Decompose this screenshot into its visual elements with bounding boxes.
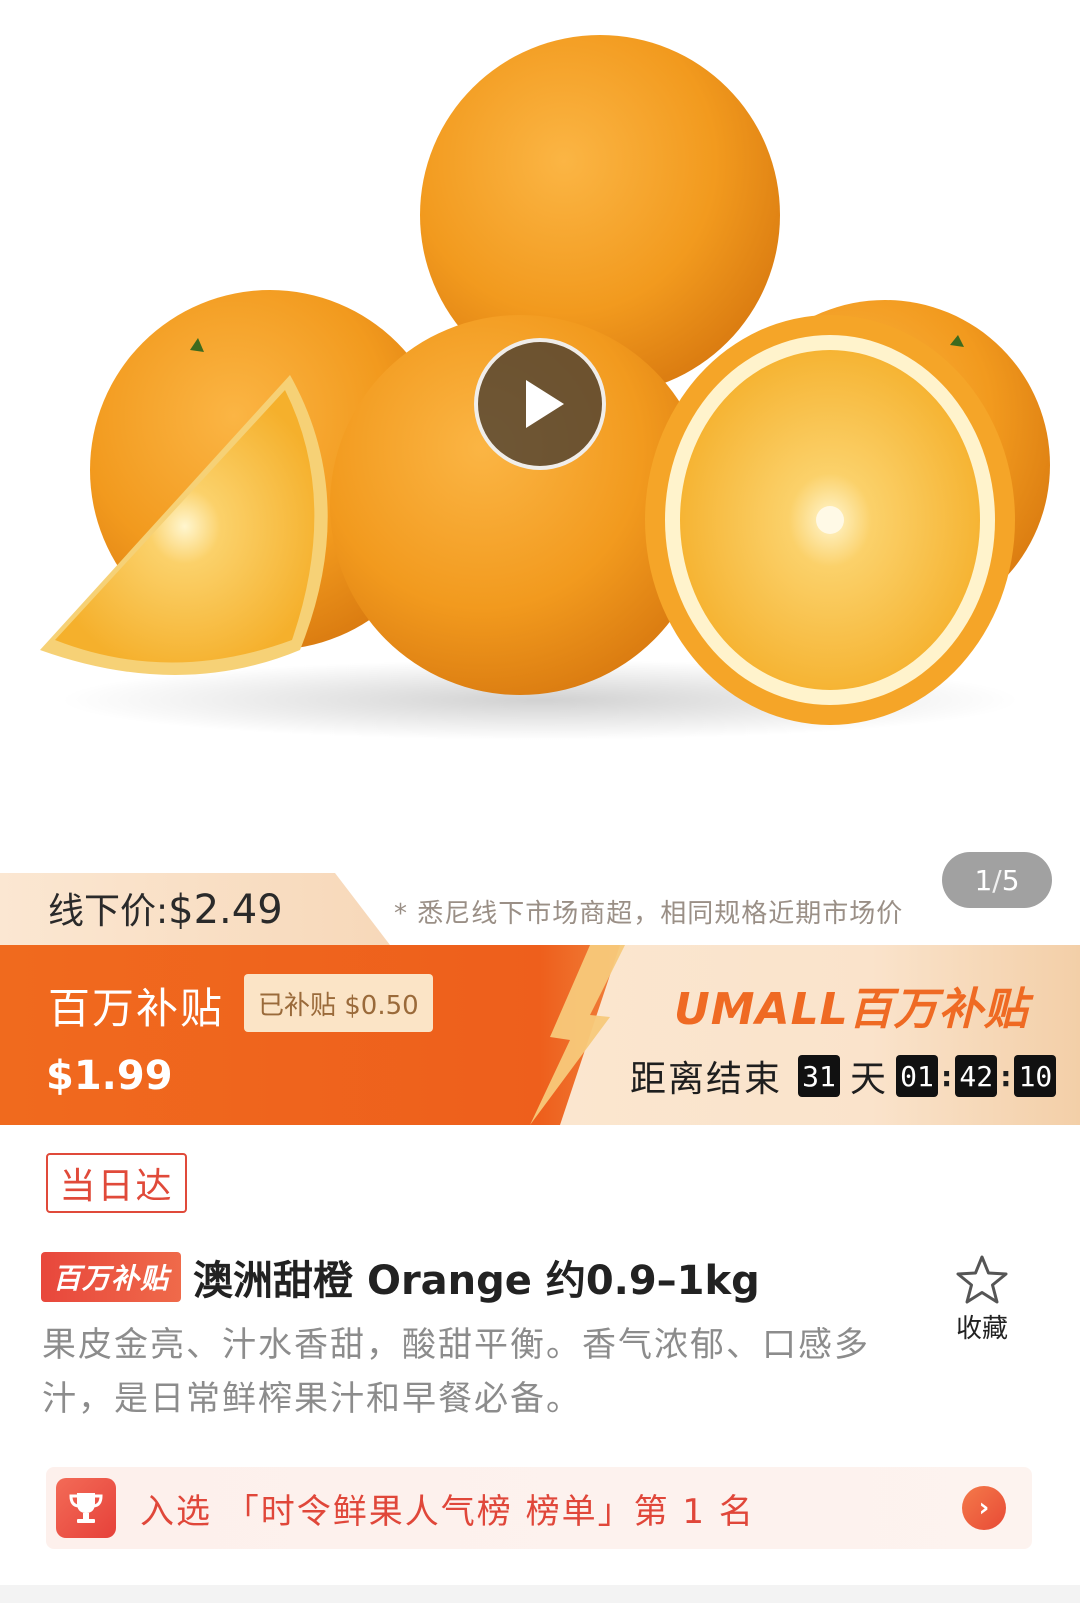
offline-price: 线下价:$2.49 <box>48 882 283 934</box>
bottom-divider <box>0 1585 1080 1603</box>
countdown-colon: : <box>1000 1059 1012 1093</box>
gallery-total: 5 <box>1001 863 1020 897</box>
gallery-separator: / <box>992 863 1002 897</box>
countdown-minutes: 42 <box>955 1055 998 1097</box>
countdown-timer: 距离结束 31 天 01 : 42 : 10 <box>630 1050 1057 1102</box>
same-day-delivery-tag: 当日达 <box>46 1153 187 1213</box>
subsidy-title: 百万补贴 <box>48 984 225 1033</box>
favorite-label: 收藏 <box>955 1314 1008 1344</box>
favorite-button[interactable]: 收藏 <box>952 1254 1012 1345</box>
star-outline-icon <box>956 1255 1008 1304</box>
offline-price-label: 线下价: <box>48 891 169 932</box>
countdown-seconds: 10 <box>1014 1055 1057 1097</box>
countdown-colon: : <box>941 1059 953 1093</box>
product-description: 果皮金亮、汁水香甜，酸甜平衡。香气浓郁、口感多汁，是日常鲜榨果汁和早餐必备。 <box>42 1325 870 1419</box>
gallery-page-counter: 1/5 <box>942 852 1052 908</box>
umall-subsidy-logo: UMALL百万补贴 <box>674 984 1029 1035</box>
product-image-gallery[interactable]: 1/5 <box>0 0 1080 945</box>
lightning-bolt-icon <box>530 945 625 1125</box>
offline-price-note: * 悉尼线下市场商超，相同规格近期市场价 <box>394 899 904 929</box>
subsidy-tag: 百万补贴 <box>41 1252 182 1302</box>
product-title-row: 百万补贴 澳洲甜橙 Orange 约0.9–1kg <box>41 1248 760 1306</box>
chevron-right-icon: › <box>962 1486 1006 1530</box>
countdown-days: 31 <box>798 1055 841 1097</box>
ranking-bar[interactable]: 入选 「时令鲜果人气榜 榜单」第 1 名 › <box>46 1467 1032 1549</box>
offline-price-value: $2.49 <box>168 887 283 933</box>
trophy-icon <box>56 1478 116 1538</box>
ranking-text: 入选 「时令鲜果人气榜 榜单」第 1 名 <box>140 1491 755 1532</box>
subsidy-price: $1.99 <box>46 1053 173 1099</box>
countdown-days-unit: 天 <box>850 1059 887 1100</box>
countdown-hours: 01 <box>896 1055 939 1097</box>
product-photo-oranges <box>40 35 1050 740</box>
play-icon <box>526 380 564 428</box>
subsidy-amount-badge: 已补贴 $0.50 <box>244 974 433 1032</box>
subsidy-banner: 百万补贴 已补贴 $0.50 $1.99 UMALL百万补贴 距离结束 31 天… <box>0 945 1080 1125</box>
countdown-label: 距离结束 <box>630 1059 783 1100</box>
gallery-current-index: 1 <box>974 863 993 897</box>
product-title: 澳洲甜橙 Orange 约0.9–1kg <box>193 1258 760 1304</box>
play-video-button[interactable] <box>474 338 606 470</box>
